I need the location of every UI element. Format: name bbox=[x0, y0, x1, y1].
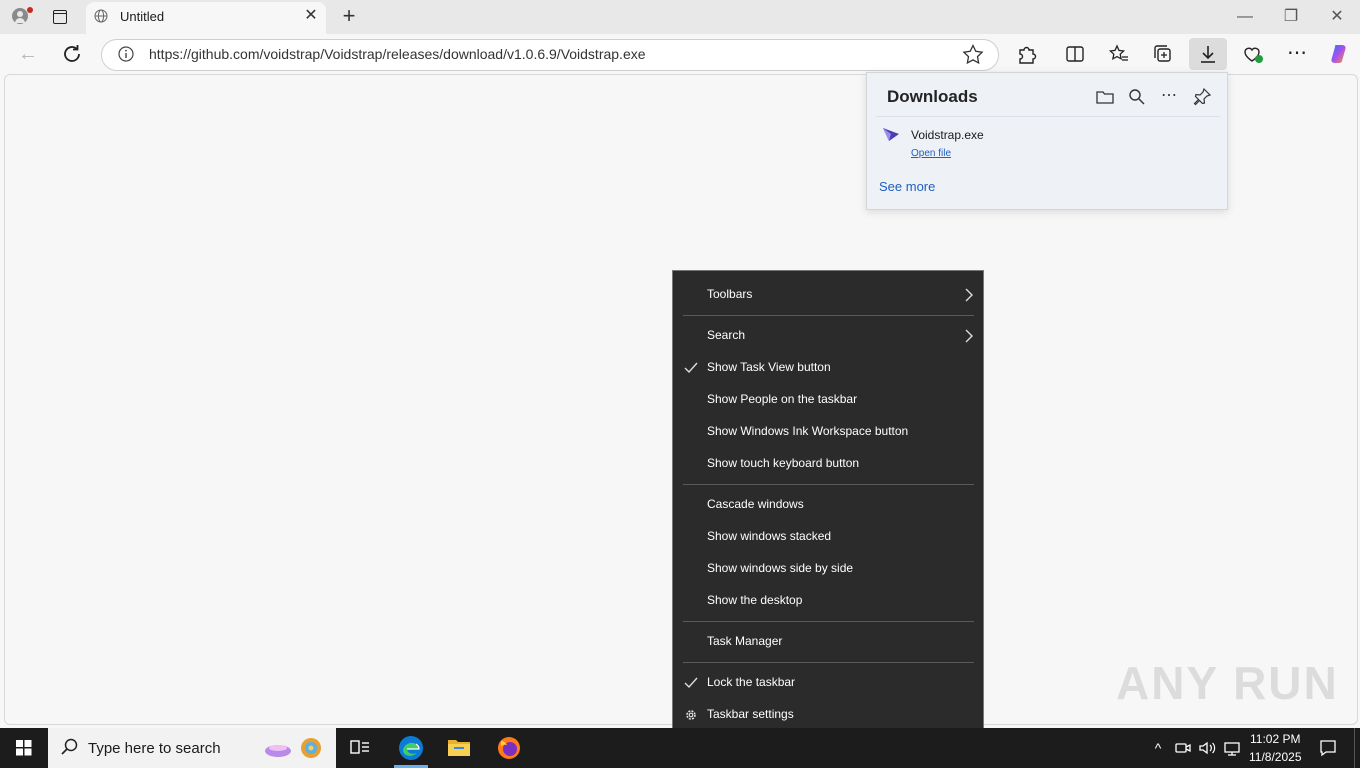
volume-icon[interactable] bbox=[1197, 738, 1217, 758]
show-desktop-button[interactable] bbox=[1354, 728, 1360, 768]
extensions-puzzle-icon[interactable] bbox=[1014, 42, 1040, 66]
info-icon[interactable] bbox=[118, 46, 134, 62]
globe-icon bbox=[94, 9, 108, 23]
split-screen-icon[interactable] bbox=[1062, 42, 1088, 66]
meet-now-icon[interactable] bbox=[1174, 738, 1192, 758]
menu-item-search[interactable]: Search bbox=[707, 328, 745, 342]
refresh-icon[interactable] bbox=[60, 42, 84, 66]
menu-item-show-touch-keyboard[interactable]: Show touch keyboard button bbox=[707, 456, 859, 470]
clock-time[interactable]: 11:02 PM bbox=[1250, 732, 1300, 746]
close-tab-icon[interactable]: ✕ bbox=[302, 7, 320, 25]
edge-taskbar-icon[interactable] bbox=[396, 733, 426, 763]
menu-item-lock-taskbar[interactable]: Lock the taskbar bbox=[707, 675, 795, 689]
windows-start-icon[interactable] bbox=[0, 728, 48, 768]
task-view-icon[interactable] bbox=[348, 736, 372, 760]
menu-item-windows-side-by-side[interactable]: Show windows side by side bbox=[707, 561, 853, 575]
menu-item-show-people[interactable]: Show People on the taskbar bbox=[707, 392, 857, 406]
back-arrow-icon[interactable]: ← bbox=[16, 42, 40, 66]
menu-item-toolbars[interactable]: Toolbars bbox=[707, 287, 752, 301]
menu-separator bbox=[683, 662, 974, 663]
menu-separator bbox=[683, 315, 974, 316]
downloads-button[interactable] bbox=[1189, 38, 1227, 70]
menu-item-show-desktop[interactable]: Show the desktop bbox=[707, 593, 802, 607]
firefox-icon[interactable] bbox=[495, 734, 523, 762]
search-highlight-icon bbox=[265, 738, 321, 758]
new-tab-icon[interactable]: + bbox=[338, 5, 360, 27]
restore-icon[interactable]: ❐ bbox=[1276, 6, 1306, 28]
browser-essentials-icon[interactable] bbox=[1240, 42, 1266, 66]
more-options-icon[interactable]: ⋯ bbox=[1284, 42, 1310, 66]
menu-item-show-task-view[interactable]: Show Task View button bbox=[707, 360, 831, 374]
downloads-more-icon[interactable]: ⋯ bbox=[1159, 87, 1179, 107]
download-file-name[interactable]: Voidstrap.exe bbox=[911, 128, 984, 142]
download-icon bbox=[1201, 46, 1215, 63]
checkmark-icon bbox=[684, 362, 698, 374]
chevron-right-icon bbox=[965, 288, 973, 302]
add-favorite-star-icon[interactable] bbox=[962, 44, 984, 64]
menu-item-cascade-windows[interactable]: Cascade windows bbox=[707, 497, 804, 511]
favorites-icon[interactable] bbox=[1106, 42, 1132, 66]
notifications-icon[interactable] bbox=[1318, 738, 1338, 758]
collections-icon[interactable] bbox=[1150, 42, 1176, 66]
url-text[interactable]: https://github.com/voidstrap/Voidstrap/r… bbox=[149, 46, 646, 62]
menu-separator bbox=[683, 621, 974, 622]
chevron-right-icon bbox=[965, 329, 973, 343]
clock-date[interactable]: 11/8/2025 bbox=[1249, 750, 1302, 764]
tab-actions-icon[interactable] bbox=[48, 6, 72, 28]
search-downloads-icon[interactable] bbox=[1127, 87, 1147, 107]
open-file-link[interactable]: Open file bbox=[911, 148, 951, 159]
tab-title: Untitled bbox=[120, 9, 165, 24]
menu-item-task-manager[interactable]: Task Manager bbox=[707, 634, 782, 648]
pin-icon[interactable] bbox=[1192, 87, 1212, 107]
see-more-link[interactable]: See more bbox=[879, 179, 935, 194]
voidstrap-file-icon bbox=[883, 128, 899, 141]
network-icon[interactable] bbox=[1222, 738, 1242, 758]
menu-item-show-ink-workspace[interactable]: Show Windows Ink Workspace button bbox=[707, 424, 908, 438]
minimize-icon[interactable]: — bbox=[1230, 6, 1260, 28]
checkmark-icon bbox=[684, 677, 698, 689]
chevron-up-icon[interactable]: ^ bbox=[1150, 738, 1166, 758]
gear-icon bbox=[686, 710, 696, 720]
downloads-divider bbox=[876, 116, 1220, 117]
copilot-icon[interactable] bbox=[1326, 42, 1352, 66]
menu-item-taskbar-settings[interactable]: Taskbar settings bbox=[707, 707, 794, 721]
open-folder-icon[interactable] bbox=[1095, 87, 1115, 107]
menu-separator bbox=[683, 484, 974, 485]
close-window-icon[interactable]: ✕ bbox=[1322, 6, 1352, 28]
anyrun-watermark: ANY RUN bbox=[1116, 657, 1339, 709]
search-icon bbox=[61, 738, 78, 755]
downloads-title: Downloads bbox=[887, 87, 978, 106]
search-placeholder[interactable]: Type here to search bbox=[88, 740, 221, 757]
menu-item-windows-stacked[interactable]: Show windows stacked bbox=[707, 529, 831, 543]
file-explorer-icon[interactable] bbox=[446, 734, 472, 760]
profile-avatar-icon[interactable] bbox=[8, 5, 34, 29]
